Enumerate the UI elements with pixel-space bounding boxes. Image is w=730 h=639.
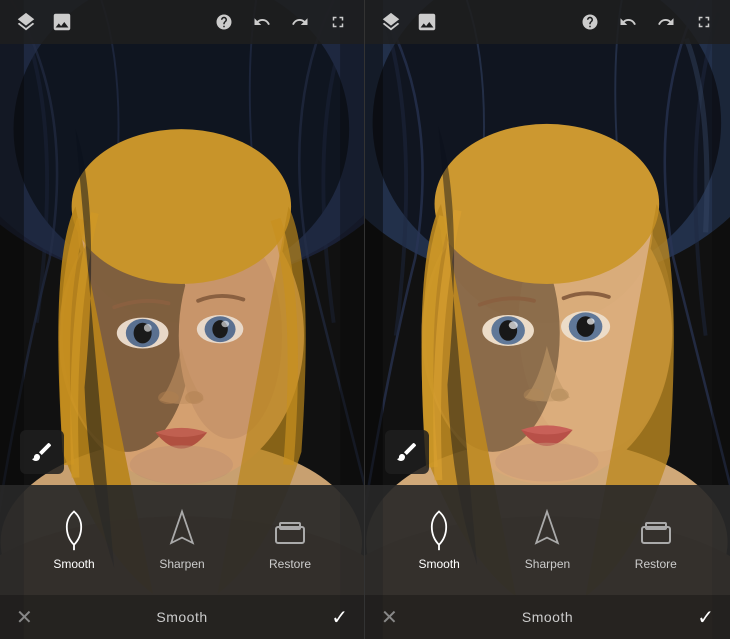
image-icon-left[interactable] (48, 8, 76, 36)
right-toolbar (365, 0, 730, 44)
image-icon-right[interactable] (413, 8, 441, 36)
right-smooth-label: Smooth (418, 557, 459, 571)
smooth-icon-right (419, 509, 459, 549)
right-toolbar-left (377, 8, 441, 36)
brush-icon-right (395, 440, 419, 464)
main-container: Smooth Sharpen Restore (0, 0, 730, 639)
left-smooth-label: Smooth (53, 557, 94, 571)
undo-icon-left[interactable] (248, 8, 276, 36)
left-tool-sharpen[interactable]: Sharpen (128, 509, 236, 571)
left-toolbar-right (210, 8, 352, 36)
expand-icon-left[interactable] (324, 8, 352, 36)
left-bottom-title: Smooth (156, 609, 207, 625)
left-confirm-btn[interactable]: ✓ (331, 605, 348, 630)
right-sharpen-label: Sharpen (525, 557, 570, 571)
right-bottom-title: Smooth (522, 609, 573, 625)
left-tool-smooth[interactable]: Smooth (20, 509, 128, 571)
right-tool-sharpen[interactable]: Sharpen (493, 509, 601, 571)
right-confirm-btn[interactable]: ✓ (697, 605, 714, 630)
help-icon-right[interactable] (576, 8, 604, 36)
left-cancel-btn[interactable]: ✕ (16, 605, 33, 630)
left-bottom-tools: Smooth Sharpen Restore (0, 485, 364, 595)
smooth-icon-left (54, 509, 94, 549)
layers-icon-left[interactable] (12, 8, 40, 36)
sharpen-icon-right (527, 509, 567, 549)
left-toolbar-left (12, 8, 76, 36)
left-bottom-bar: ✕ Smooth ✓ (0, 595, 364, 639)
brush-icon (30, 440, 54, 464)
right-tool-restore[interactable]: Restore (602, 509, 710, 571)
redo-icon-left[interactable] (286, 8, 314, 36)
right-brush-overlay[interactable] (385, 430, 429, 474)
undo-icon-right[interactable] (614, 8, 642, 36)
right-tool-smooth[interactable]: Smooth (385, 509, 493, 571)
restore-icon-right (636, 509, 676, 549)
right-panel: Smooth Sharpen Restore (365, 0, 730, 639)
left-restore-label: Restore (269, 557, 311, 571)
restore-icon-left (270, 509, 310, 549)
right-toolbar-right (576, 8, 718, 36)
left-tool-restore[interactable]: Restore (236, 509, 344, 571)
right-restore-label: Restore (635, 557, 677, 571)
left-toolbar (0, 0, 364, 44)
help-icon-left[interactable] (210, 8, 238, 36)
right-cancel-btn[interactable]: ✕ (381, 605, 398, 630)
sharpen-icon-left (162, 509, 202, 549)
brush-overlay[interactable] (20, 430, 64, 474)
left-sharpen-label: Sharpen (159, 557, 204, 571)
expand-icon-right[interactable] (690, 8, 718, 36)
left-panel: Smooth Sharpen Restore (0, 0, 365, 639)
layers-icon-right[interactable] (377, 8, 405, 36)
right-bottom-tools: Smooth Sharpen Restore (365, 485, 730, 595)
redo-icon-right[interactable] (652, 8, 680, 36)
right-bottom-bar: ✕ Smooth ✓ (365, 595, 730, 639)
